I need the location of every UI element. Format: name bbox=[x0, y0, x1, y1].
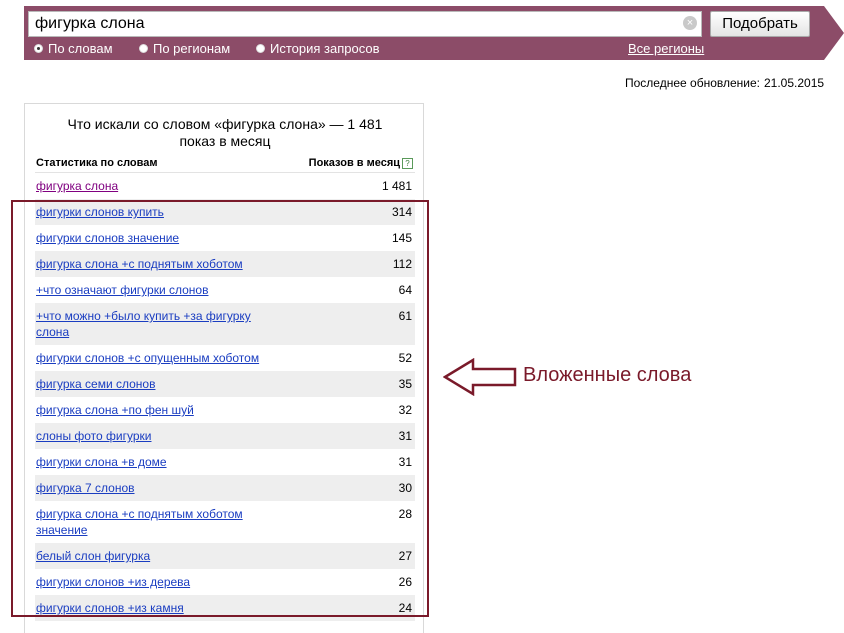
left-arrow-icon bbox=[443, 358, 517, 396]
nested-words-highlight bbox=[11, 200, 429, 617]
help-icon[interactable]: ? bbox=[402, 157, 413, 169]
column-header-shows: Показов в месяц ? bbox=[309, 157, 413, 169]
panel-title: Что искали со словом «фигурка слона» — 1… bbox=[67, 116, 383, 149]
annotation-label: Вложенные слова bbox=[523, 364, 692, 386]
column-header-words: Статистика по словам bbox=[36, 157, 158, 169]
table-row: фигурка слона 1 481 bbox=[35, 173, 415, 199]
last-update: Последнее обновление: 21.05.2015 bbox=[625, 76, 824, 90]
mode-history[interactable]: История запросов bbox=[256, 41, 380, 56]
radio-icon[interactable] bbox=[139, 44, 148, 53]
shows-count: 1 481 bbox=[381, 179, 412, 193]
radio-icon[interactable] bbox=[256, 44, 265, 53]
last-update-date: 21.05.2015 bbox=[763, 76, 825, 90]
mode-label: История запросов bbox=[270, 41, 380, 56]
search-button[interactable]: Подобрать bbox=[710, 11, 810, 37]
column-header-shows-label: Показов в месяц bbox=[308, 157, 400, 169]
mode-label: По словам bbox=[48, 41, 113, 56]
search-input[interactable]: фигурка слона bbox=[28, 11, 702, 37]
mode-by-regions[interactable]: По регионам bbox=[139, 41, 230, 56]
all-regions-link[interactable]: Все регионы bbox=[628, 41, 704, 56]
radio-selected-icon[interactable] bbox=[34, 44, 43, 53]
clear-icon[interactable]: × bbox=[683, 16, 697, 30]
mode-label: По регионам bbox=[153, 41, 231, 56]
last-update-label: Последнее обновление: bbox=[625, 76, 760, 90]
keyword-link[interactable]: фигурка слона bbox=[36, 178, 281, 194]
mode-by-words[interactable]: По словам bbox=[34, 41, 113, 56]
